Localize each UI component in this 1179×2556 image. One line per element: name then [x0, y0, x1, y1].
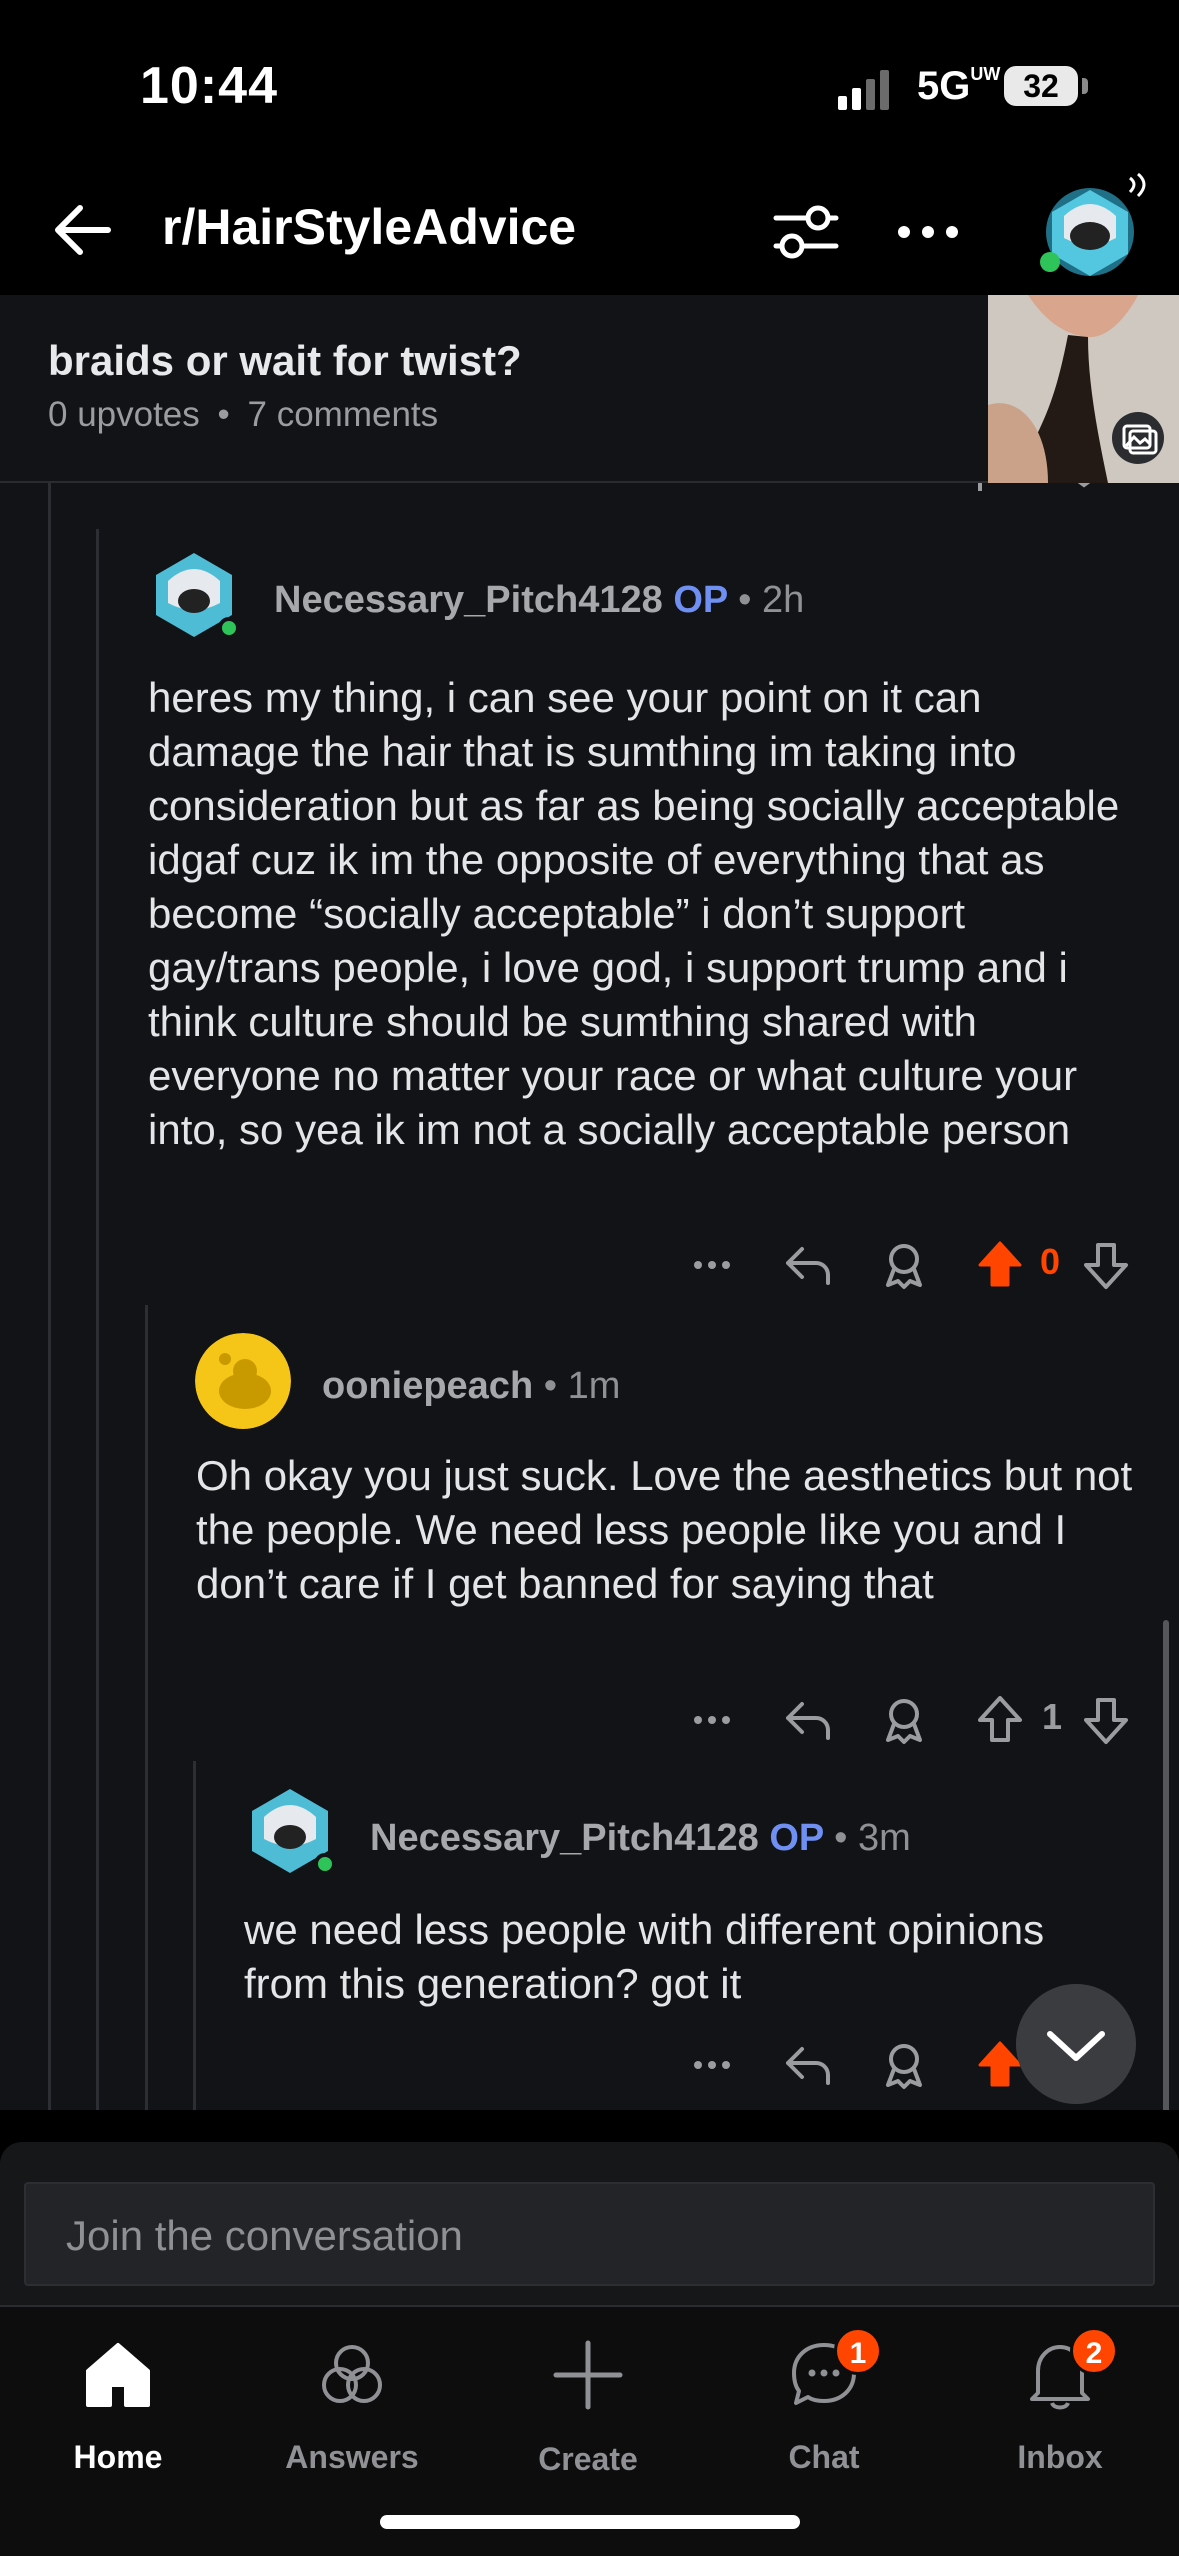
more-icon[interactable]	[680, 2033, 744, 2097]
tab-label: Answers	[285, 2439, 419, 2475]
award-icon[interactable]	[872, 1688, 936, 1752]
post-title[interactable]: braids or wait for twist?	[48, 337, 522, 385]
tab-label: Home	[73, 2439, 163, 2475]
upvote-icon[interactable]	[968, 1688, 1032, 1752]
image-gallery-icon	[1112, 412, 1164, 464]
more-icon[interactable]	[680, 1688, 744, 1752]
top-nav: r/HairStyleAdvice	[0, 170, 1179, 295]
tab-label: Chat	[788, 2439, 860, 2475]
reply-icon[interactable]	[776, 1233, 840, 1297]
tab-label: Inbox	[1017, 2439, 1103, 2475]
scrollbar[interactable]	[1163, 1620, 1169, 2140]
online-indicator	[218, 617, 240, 639]
home-icon	[86, 2343, 150, 2407]
comment-body: we need less people with different opini…	[244, 1906, 1045, 2007]
downvote-icon[interactable]	[1074, 1688, 1138, 1752]
comment-time: 2h	[761, 579, 805, 621]
more-icon[interactable]	[680, 1233, 744, 1297]
tab-chat[interactable]: 1 Chat	[724, 2327, 924, 2477]
tab-answers[interactable]: Answers	[252, 2327, 452, 2477]
reply-icon[interactable]	[776, 1688, 840, 1752]
status-time: 10:44	[140, 57, 278, 115]
meta-separator: •	[217, 395, 230, 434]
chat-badge: 1	[834, 2327, 882, 2375]
post-meta: 0 upvotes • 7 comments	[48, 395, 438, 435]
comment-actions	[680, 2033, 1022, 2103]
comment-author[interactable]: Necessary_Pitch4128 OP • 2h	[274, 579, 804, 622]
vote-score: 1	[1042, 1696, 1063, 1737]
post-upvotes: 0 upvotes	[48, 395, 200, 434]
thread-line	[96, 529, 99, 2110]
post-comments-count: 7 comments	[247, 395, 439, 434]
comment-body: heres my thing, i can see your point on …	[148, 674, 1120, 1153]
tab-home[interactable]: Home	[18, 2327, 218, 2477]
composer-placeholder: Join the conversation	[66, 2212, 463, 2259]
comment-body: Oh okay you just suck. Love the aestheti…	[196, 1452, 1133, 1607]
answers-icon	[322, 2345, 382, 2403]
reply-icon[interactable]	[776, 2033, 840, 2097]
tab-label: Create	[538, 2441, 638, 2477]
battery-icon: 32	[1004, 66, 1078, 106]
thread-line	[48, 483, 51, 2110]
signal-icon	[838, 70, 889, 110]
network-type: 5GUW	[917, 64, 1001, 108]
award-icon[interactable]	[872, 2033, 936, 2097]
op-badge: OP	[673, 579, 728, 621]
downvote-icon[interactable]	[1074, 1233, 1138, 1297]
home-indicator	[380, 2515, 800, 2529]
award-icon[interactable]	[872, 1233, 936, 1297]
user-avatar[interactable]	[1030, 170, 1160, 285]
plus-icon	[553, 2340, 623, 2410]
jump-down-button[interactable]	[1016, 1984, 1136, 2104]
status-bar: 10:44 5GUW 32	[0, 0, 1179, 170]
comment-actions: 0	[680, 1233, 1150, 1303]
sort-filter-icon[interactable]	[766, 192, 846, 272]
battery-tip	[1082, 78, 1088, 94]
tab-create[interactable]: Create	[488, 2327, 688, 2477]
upvote-icon[interactable]	[968, 1233, 1032, 1297]
comment-author[interactable]: ooniepeach • 1m	[322, 1365, 620, 1408]
more-options-icon[interactable]	[888, 192, 968, 272]
comment-thread: Necessary_Pitch4128 OP • 2h heres my thi…	[0, 483, 1179, 2110]
comment-avatar[interactable]	[195, 1333, 291, 1429]
online-indicator	[314, 1853, 336, 1875]
tab-inbox[interactable]: 2 Inbox	[960, 2327, 1160, 2477]
thread-line	[145, 1305, 148, 2110]
comment-time: 1m	[567, 1365, 621, 1407]
comment-composer: Join the conversation	[0, 2110, 1179, 2305]
subreddit-title[interactable]: r/HairStyleAdvice	[162, 198, 576, 256]
post-summary[interactable]: braids or wait for twist? 0 upvotes • 7 …	[0, 295, 1179, 483]
comment-author[interactable]: Necessary_Pitch4128 OP • 3m	[370, 1817, 911, 1860]
back-arrow-icon[interactable]	[46, 190, 126, 270]
join-conversation-input[interactable]: Join the conversation	[24, 2182, 1155, 2286]
previous-comment-actions	[978, 483, 1091, 491]
op-badge: OP	[769, 1817, 824, 1859]
thread-line	[193, 1761, 196, 2110]
comment-actions: 1	[680, 1688, 1150, 1758]
comment-time: 3m	[857, 1817, 911, 1859]
inbox-badge: 2	[1070, 2327, 1118, 2375]
vote-score: 0	[1040, 1241, 1061, 1282]
